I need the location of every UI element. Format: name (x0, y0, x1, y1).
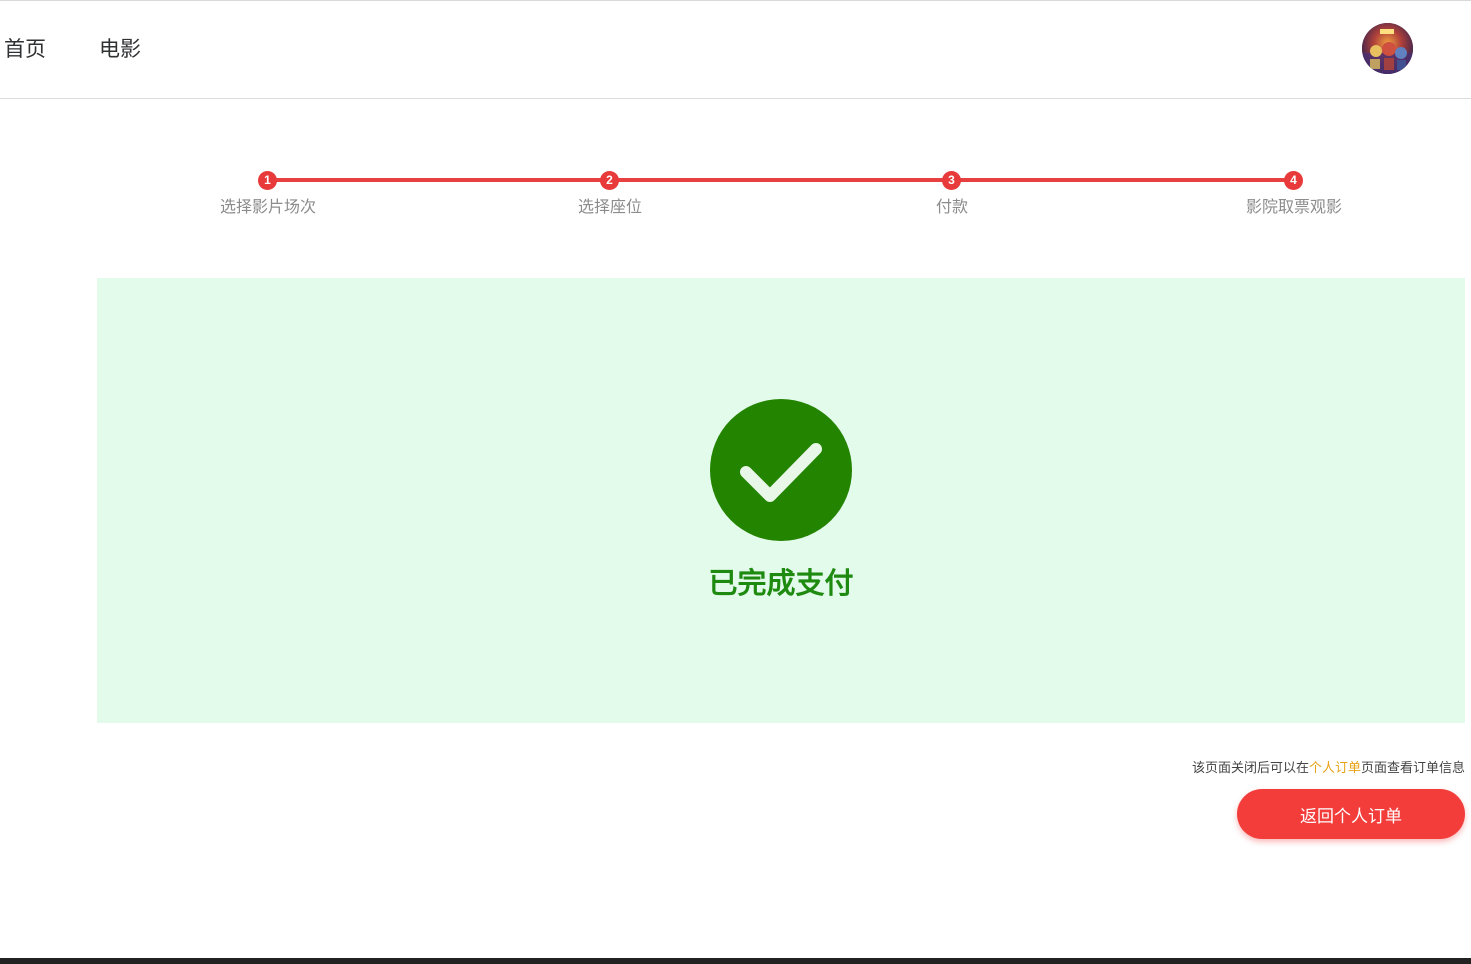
step-4-label: 影院取票观影 (1245, 197, 1342, 216)
success-message: 已完成支付 (708, 566, 854, 600)
order-hint: 该页面关闭后可以在个人订单页面查看订单信息 (1192, 760, 1465, 778)
step-1-label: 选择影片场次 (219, 197, 316, 216)
bottom-edge (0, 958, 1471, 964)
step-3-label: 付款 (935, 197, 968, 216)
page: 首页 电影 1 2 3 4 选择影片场次 选择座位 付款 影院取票观影 已完成支… (0, 0, 1471, 964)
step-2-dot: 2 (600, 171, 619, 190)
hint-text-after: 页面查看订单信息 (1360, 761, 1465, 776)
step-2-label: 选择座位 (577, 197, 642, 216)
back-to-orders-button[interactable]: 返回个人订单 (1237, 789, 1465, 839)
progress-steps: 1 2 3 4 选择影片场次 选择座位 付款 影院取票观影 (0, 0, 1471, 240)
payment-success-panel: 已完成支付 (97, 278, 1465, 723)
hint-text-before: 该页面关闭后可以在 (1191, 761, 1309, 776)
step-1-dot: 1 (258, 171, 277, 190)
success-check-icon (710, 399, 852, 541)
step-3-dot: 3 (942, 171, 961, 190)
steps-progress-line (268, 178, 1294, 182)
personal-orders-link[interactable]: 个人订单 (1309, 761, 1361, 776)
step-4-dot: 4 (1284, 171, 1303, 190)
